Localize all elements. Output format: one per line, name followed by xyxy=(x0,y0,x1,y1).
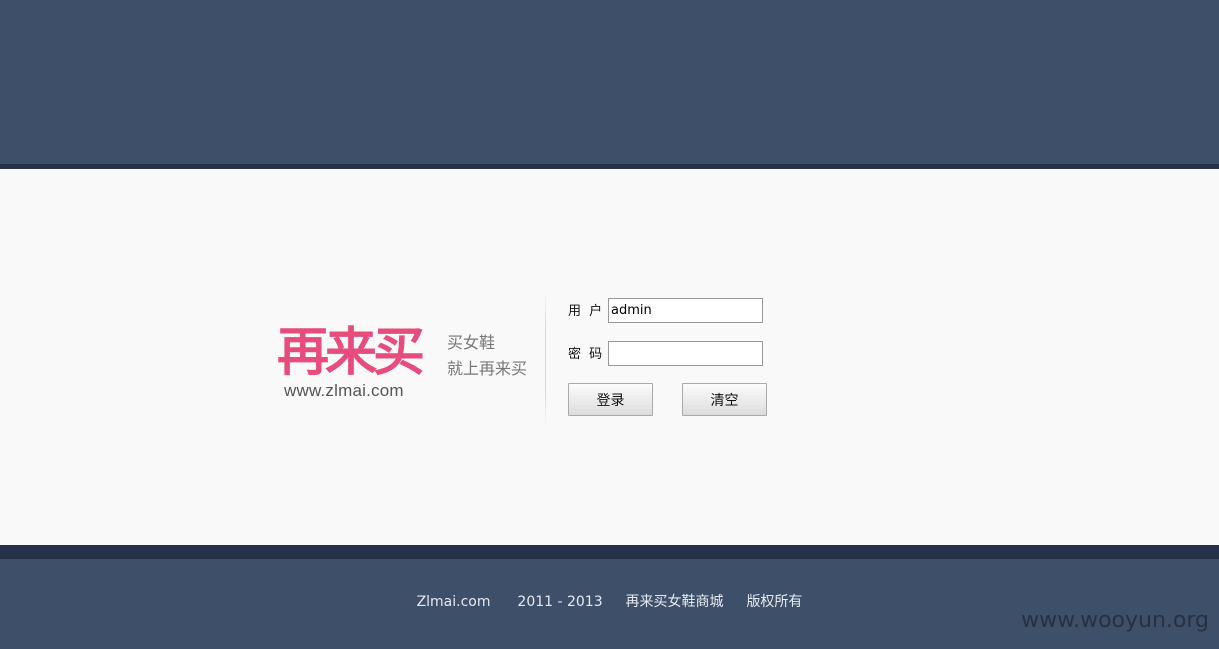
clear-button[interactable]: 清空 xyxy=(682,383,767,416)
footer-site: Zlmai.com xyxy=(416,594,491,610)
brand-logo: 再来买 xyxy=(277,322,425,383)
footer-years: 2011 - 2013 xyxy=(517,594,603,610)
username-input[interactable] xyxy=(608,298,763,323)
password-label: 密 码 xyxy=(568,347,605,362)
brand-url: www.zlmai.com xyxy=(284,381,404,400)
username-label: 用 户 xyxy=(568,304,605,319)
header-band xyxy=(0,0,1219,164)
password-input[interactable] xyxy=(608,341,763,366)
brand-slogan-line1: 买女鞋 xyxy=(447,333,496,352)
watermark: www.wooyun.org xyxy=(1021,608,1209,633)
vertical-divider xyxy=(545,292,546,427)
login-button[interactable]: 登录 xyxy=(568,383,653,416)
footer-divider-strip xyxy=(0,545,1219,559)
brand-slogan-line2: 就上再来买 xyxy=(447,359,528,378)
footer-rights: 版权所有 xyxy=(746,594,803,610)
footer-company: 再来买女鞋商城 xyxy=(625,594,724,610)
